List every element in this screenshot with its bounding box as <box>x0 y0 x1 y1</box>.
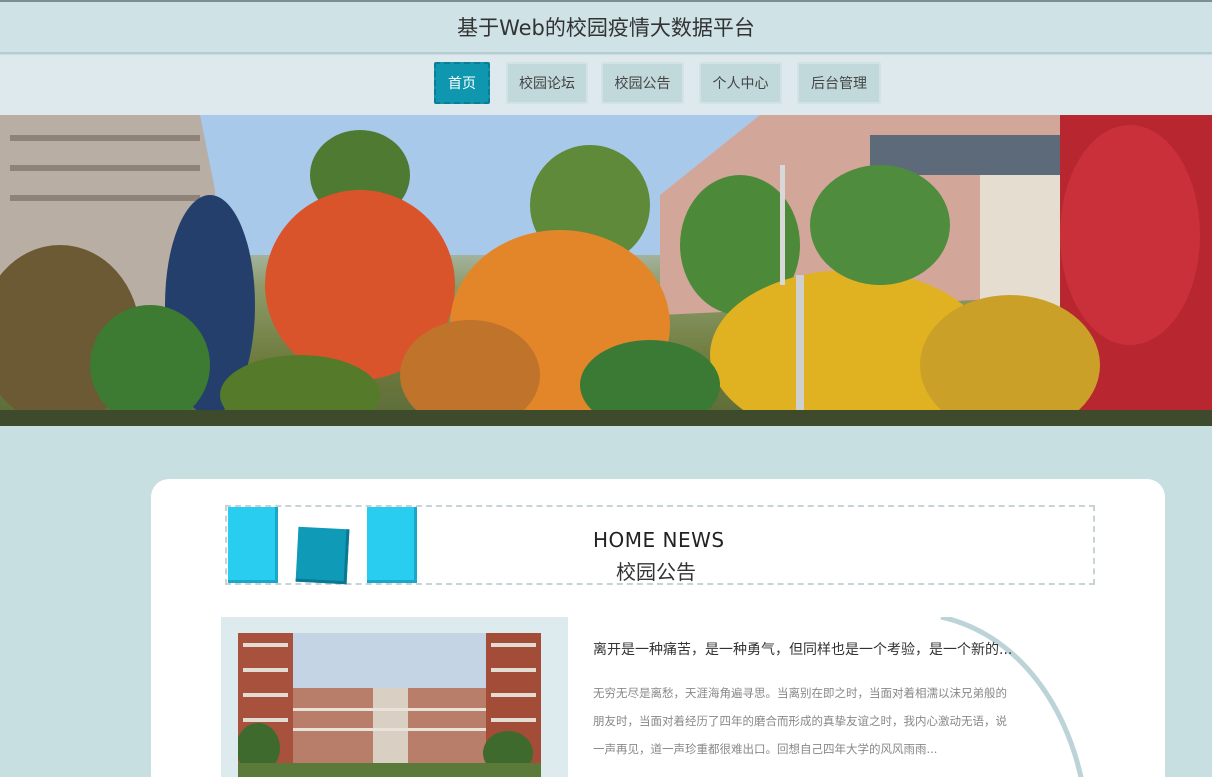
campus-autumn-photo <box>0 115 1212 426</box>
news-heading-cn: 校园公告 <box>616 560 696 584</box>
nav-home[interactable]: 首页 <box>434 62 490 104</box>
campus-building-photo <box>238 633 541 777</box>
news-item-summary: 无穷无尽是离愁，天涯海角遍寻思。当离别在即之时，当面对着相濡以沫兄弟般的朋友时，… <box>593 686 1007 756</box>
nav-admin[interactable]: 后台管理 <box>797 62 881 104</box>
nav-announcements[interactable]: 校园公告 <box>601 62 684 104</box>
site-title: 基于Web的校园疫情大数据平台 <box>457 16 755 40</box>
main-nav: 首页 校园论坛 校园公告 个人中心 后台管理 <box>0 55 1212 115</box>
news-thumbnail[interactable] <box>238 633 541 777</box>
decor-block-left <box>228 507 278 583</box>
banner-image <box>0 115 1212 426</box>
site-header: 基于Web的校园疫情大数据平台 <box>0 0 1212 54</box>
news-item-title[interactable]: 离开是一种痛苦，是一种勇气，但同样也是一个考验，是一个新的... <box>593 639 1013 659</box>
nav-forum[interactable]: 校园论坛 <box>506 62 588 104</box>
decor-block-right <box>367 507 417 583</box>
decor-block-middle <box>295 526 350 585</box>
news-heading-en: HOME NEWS <box>593 528 725 552</box>
nav-profile[interactable]: 个人中心 <box>699 62 782 104</box>
